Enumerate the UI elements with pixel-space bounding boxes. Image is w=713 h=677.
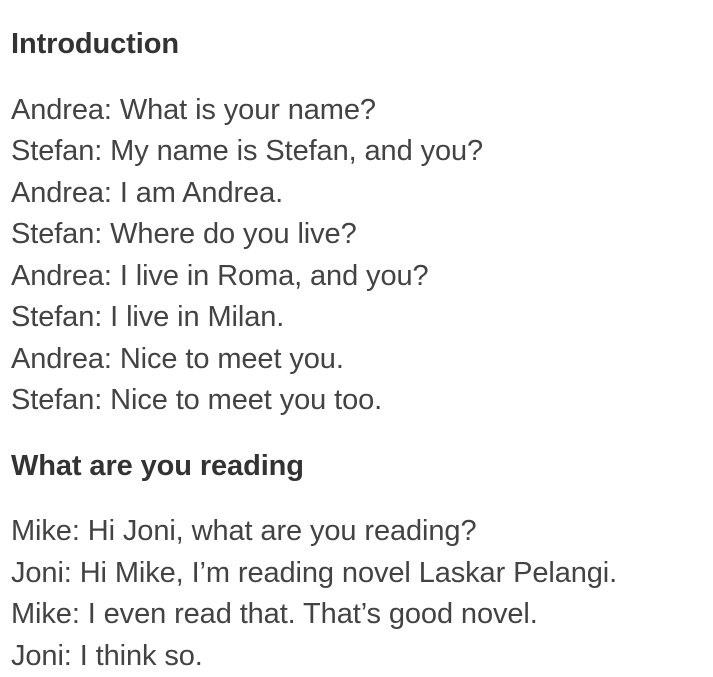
dialogue-list: Mike: Hi Joni, what are you reading? Jon…	[11, 511, 705, 677]
section-heading: What are you reading	[11, 449, 304, 482]
dialogue-line: Stefan: Nice to meet you too.	[11, 384, 383, 417]
dialogue-line: Stefan: My name is Stefan, and you?	[11, 135, 484, 168]
dialogue-line: Andrea: What is your name?	[11, 93, 376, 126]
document-page: Introduction Andrea: What is your name? …	[0, 24, 713, 672]
section-what-are-you-reading: What are you reading Mike: Hi Joni, what…	[11, 446, 705, 677]
dialogue-line: Mike: Hi Joni, what are you reading?	[11, 515, 477, 548]
dialogue-line: Andrea: I am Andrea.	[11, 176, 284, 209]
dialogue-line: Stefan: I live in Milan.	[11, 301, 285, 334]
section-introduction: Introduction Andrea: What is your name? …	[11, 24, 705, 422]
dialogue-line: Andrea: Nice to meet you.	[11, 342, 344, 375]
dialogue-line: Andrea: I live in Roma, and you?	[11, 259, 429, 292]
section-heading: Introduction	[11, 28, 179, 61]
dialogue-line: Joni: I think so.	[11, 639, 203, 672]
dialogue-line: Stefan: Where do you live?	[11, 218, 357, 251]
dialogue-list: Andrea: What is your name? Stefan: My na…	[11, 90, 705, 422]
dialogue-line: Joni: Hi Mike, I’m reading novel Laskar …	[11, 556, 618, 589]
